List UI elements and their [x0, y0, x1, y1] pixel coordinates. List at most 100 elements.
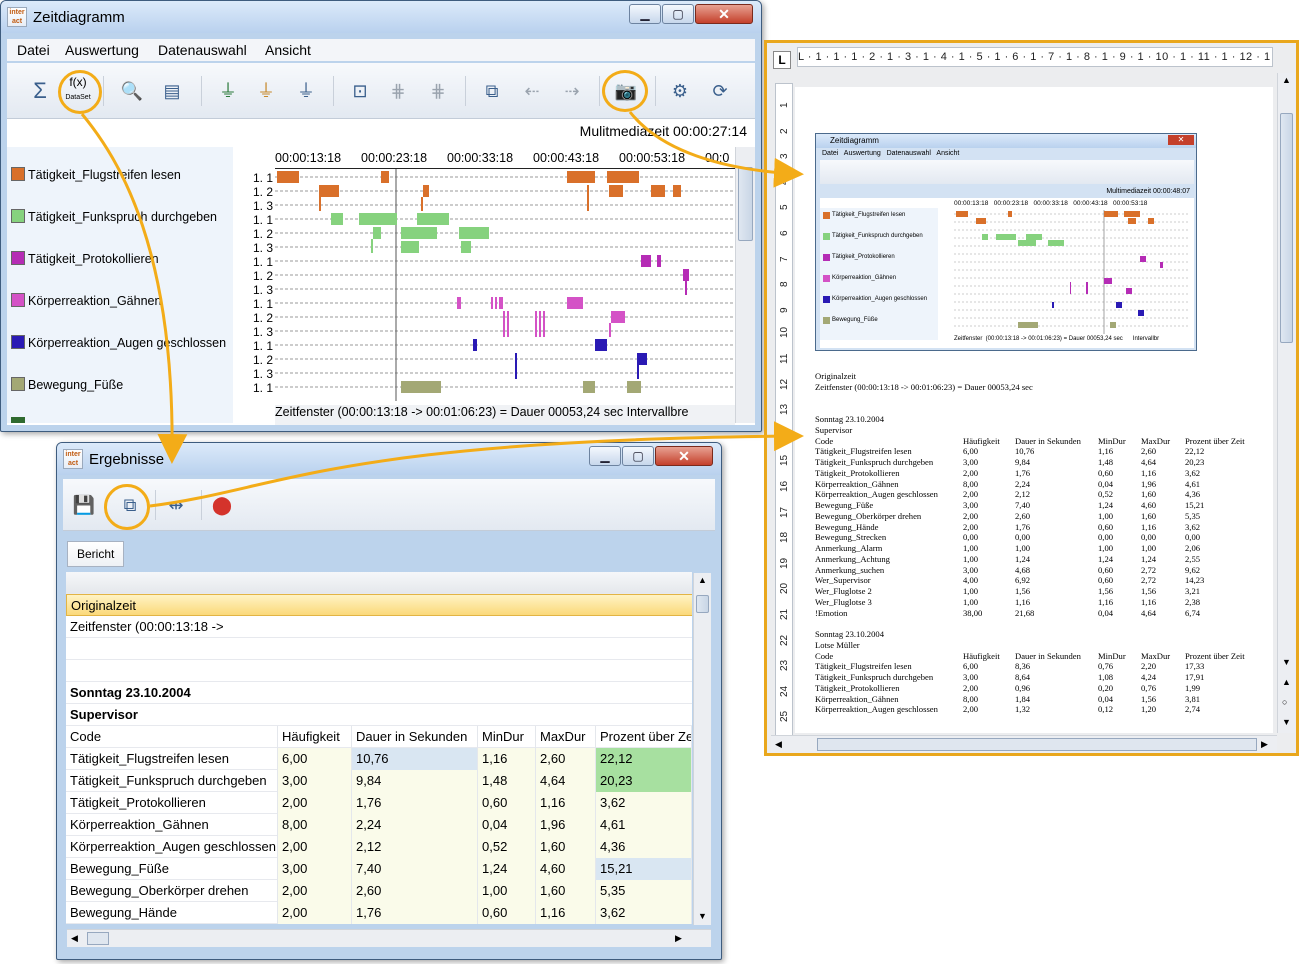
maximize-button[interactable]: ▢	[622, 446, 654, 466]
code-gaehnen[interactable]: Körperreaktion_Gähnen	[11, 293, 161, 308]
next-page-icon[interactable]: ▼	[1282, 717, 1291, 727]
table-row[interactable]: Originalzeit	[66, 594, 692, 616]
document-horizontal-scrollbar[interactable]: ◀ ▶	[771, 735, 1277, 753]
scroll-down-icon[interactable]: ▼	[698, 911, 707, 921]
table-row[interactable]: Körperreaktion_Augen geschlossen 2,00 2,12…	[66, 836, 692, 858]
code-augen[interactable]: Körperreaktion_Augen geschlossen	[11, 335, 226, 350]
scrollbar-thumb[interactable]	[817, 738, 1257, 751]
prev-page-icon[interactable]: ▲	[1282, 677, 1291, 687]
browse-object-icon[interactable]: ○	[1282, 697, 1287, 707]
value-cell[interactable]: 0,04	[478, 814, 536, 836]
scrollbar-thumb[interactable]	[87, 932, 109, 945]
maximize-button[interactable]: ▢	[662, 4, 694, 24]
scrollbar-thumb[interactable]	[1280, 113, 1293, 343]
menu-auswertung[interactable]: Auswertung	[65, 42, 139, 58]
menu-datei[interactable]: Datei	[17, 42, 50, 58]
code-funkspruch[interactable]: Tätigkeit_Funkspruch durchgeben	[11, 209, 217, 224]
table-row[interactable]: Tätigkeit_Flugstreifen lesen 6,00 10,76 1,1…	[66, 748, 692, 770]
value-cell[interactable]: 4,60	[536, 858, 596, 880]
scroll-left-icon[interactable]: ◀	[71, 933, 78, 944]
value-cell[interactable]: 8,00	[278, 814, 352, 836]
magnifier-icon[interactable]: 🔍	[119, 78, 145, 104]
value-cell[interactable]: 0,60	[478, 792, 536, 814]
table-row[interactable]: Tätigkeit_Funkspruch durchgeben 3,00 9,84 1…	[66, 770, 692, 792]
code-cell[interactable]: Zeitfenster (00:00:13:18 ->	[66, 616, 692, 638]
filter-one-icon[interactable]: ⏚	[215, 78, 241, 104]
value-cell[interactable]: 2,00	[278, 836, 352, 858]
code-cell[interactable]	[66, 638, 692, 660]
value-cell[interactable]: 3,00	[278, 770, 352, 792]
table-row[interactable]: Bewegung_Hände 2,00 1,76 0,60 1,16 3,62	[66, 902, 692, 924]
value-cell[interactable]: Prozent über Ze	[596, 726, 692, 748]
scroll-down-icon[interactable]: ▼	[1282, 657, 1291, 667]
value-cell[interactable]: 1,16	[536, 902, 596, 924]
value-cell[interactable]: 1,60	[536, 880, 596, 902]
value-cell[interactable]: MinDur	[478, 726, 536, 748]
value-cell[interactable]: 20,23	[596, 770, 692, 792]
close-button[interactable]: ✕	[655, 446, 713, 466]
code-protokollieren[interactable]: Tätigkeit_Protokollieren	[11, 251, 159, 266]
value-cell[interactable]: 7,40	[352, 858, 478, 880]
code-fuesse[interactable]: Bewegung_Füße	[11, 377, 123, 392]
title-bar[interactable]: inter act Ergebnisse ▁ ▢ ✕	[57, 443, 721, 475]
results-horizontal-scrollbar[interactable]: ◀ ▶	[67, 929, 711, 947]
table-row[interactable]: Körperreaktion_Gähnen 8,00 2,24 0,04 1,96 4,6…	[66, 814, 692, 836]
value-cell[interactable]: 2,00	[278, 792, 352, 814]
table-row[interactable]: Code Häufigkeit Dauer in Sekunden MinDur Max…	[66, 726, 692, 748]
code-cell[interactable]: Tätigkeit_Funkspruch durchgeben	[66, 770, 278, 792]
value-cell[interactable]: 10,76	[352, 748, 478, 770]
settings-check-icon[interactable]: ⚙	[667, 78, 693, 104]
arrow-left-icon[interactable]: ⇠	[519, 78, 545, 104]
window-filter-icon[interactable]: ⧉	[479, 78, 505, 104]
table-row[interactable]: Bewegung_Oberkörper drehen 2,00 2,60 1,00 1,…	[66, 880, 692, 902]
code-cell[interactable]: Körperreaktion_Augen geschlossen	[66, 836, 278, 858]
value-cell[interactable]: 2,24	[352, 814, 478, 836]
value-cell[interactable]: Dauer in Sekunden	[352, 726, 478, 748]
scroll-left-icon[interactable]: ◀	[775, 739, 782, 750]
filter-three-icon[interactable]: ⏚	[293, 78, 319, 104]
value-cell[interactable]: 1,48	[478, 770, 536, 792]
scrollbar-thumb[interactable]	[738, 167, 753, 241]
table-row[interactable]: Bewegung_Füße 3,00 7,40 1,24 4,60 15,21	[66, 858, 692, 880]
value-cell[interactable]: 6,00	[278, 748, 352, 770]
value-cell[interactable]: 9,84	[352, 770, 478, 792]
value-cell[interactable]: 22,12	[596, 748, 692, 770]
value-cell[interactable]: 4,64	[536, 770, 596, 792]
value-cell[interactable]: 15,21	[596, 858, 692, 880]
horizontal-ruler[interactable]: L · 1 · 1 · 1 · 2 · 1 · 3 · 1 · 4 · 1 · …	[797, 47, 1273, 67]
zoom-window-icon[interactable]: ⊡	[347, 78, 373, 104]
value-cell[interactable]: 1,60	[536, 836, 596, 858]
value-cell[interactable]: 5,35	[596, 880, 692, 902]
value-cell[interactable]: 4,61	[596, 814, 692, 836]
scroll-up-icon[interactable]: ▲	[698, 575, 707, 585]
scroll-right-icon[interactable]: ▶	[1261, 739, 1268, 750]
filter-two-icon[interactable]: ⏚	[253, 78, 279, 104]
code-cell[interactable]: Supervisor	[66, 704, 692, 726]
menu-datenauswahl[interactable]: Datenauswahl	[158, 42, 247, 58]
title-bar[interactable]: inter act Zeitdiagramm ▁ ▢ ✕	[1, 1, 761, 33]
table-row[interactable]	[66, 638, 692, 660]
link-one-icon[interactable]: ⋕	[385, 78, 411, 104]
value-cell[interactable]: 1,16	[478, 748, 536, 770]
refresh-icon[interactable]: ⟳	[707, 78, 733, 104]
value-cell[interactable]: 4,36	[596, 836, 692, 858]
code-flugstreifen[interactable]: Tätigkeit_Flugstreifen lesen	[11, 167, 181, 182]
color-circles-icon[interactable]: ⬤	[209, 492, 235, 518]
value-cell[interactable]: 1,16	[536, 792, 596, 814]
value-cell[interactable]: 1,76	[352, 902, 478, 924]
code-cell[interactable]: Bewegung_Füße	[66, 858, 278, 880]
table-row[interactable]: Sonntag 23.10.2004	[66, 682, 692, 704]
code-cell[interactable]: Originalzeit	[66, 594, 692, 616]
scroll-up-icon[interactable]: ▲	[1282, 75, 1291, 85]
value-cell[interactable]: 0,52	[478, 836, 536, 858]
value-cell[interactable]: MaxDur	[536, 726, 596, 748]
document-page[interactable]: Zeitdiagramm ✕ Datei Auswertung Datenaus…	[795, 87, 1273, 733]
scrollbar-thumb[interactable]	[696, 595, 709, 613]
close-button[interactable]: ✕	[695, 4, 753, 24]
timeline-plot[interactable]	[275, 169, 735, 401]
code-cell[interactable]: Tätigkeit_Flugstreifen lesen	[66, 748, 278, 770]
value-cell[interactable]: 3,62	[596, 792, 692, 814]
minimize-button[interactable]: ▁	[589, 446, 621, 466]
value-cell[interactable]: Häufigkeit	[278, 726, 352, 748]
code-cell[interactable]: Sonntag 23.10.2004	[66, 682, 692, 704]
